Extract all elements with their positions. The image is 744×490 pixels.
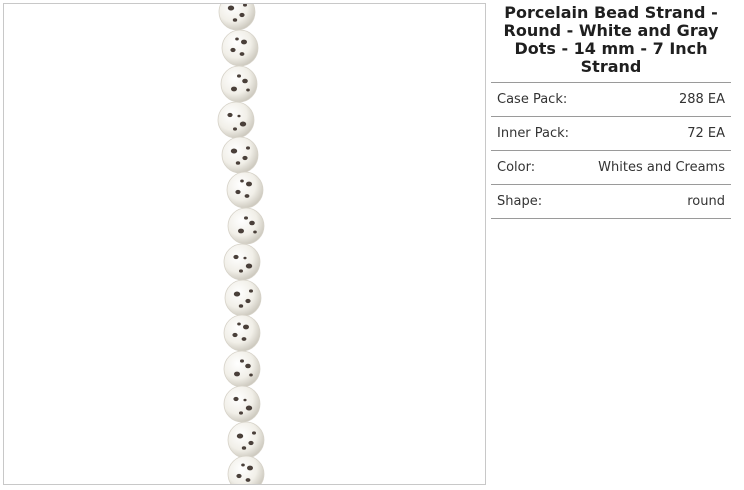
bead-dot <box>244 216 248 220</box>
spec-value: 72 EA <box>581 116 731 151</box>
bead-dot <box>245 363 251 369</box>
bead <box>221 136 259 174</box>
bead-dot <box>240 179 244 183</box>
bead-dot <box>248 440 254 446</box>
bead <box>224 279 262 317</box>
bead <box>218 4 256 31</box>
bead-dot <box>241 337 247 341</box>
bead <box>223 350 261 388</box>
spec-label: Shape: <box>491 184 582 219</box>
bead-dot <box>249 220 255 226</box>
product-details-panel: Porcelain Bead Strand - Round - White an… <box>491 4 731 219</box>
bead-dot <box>249 373 253 377</box>
bead-dot <box>242 78 248 84</box>
bead-dot <box>230 47 236 53</box>
bead-dot <box>245 263 253 269</box>
spec-value: round <box>581 184 731 219</box>
bead-dot <box>241 39 247 45</box>
spec-row-shape: Shape: round <box>491 184 731 219</box>
bead-dot <box>243 324 249 330</box>
bead <box>217 101 255 139</box>
bead-dot <box>232 332 238 338</box>
bead-dot <box>230 148 238 154</box>
bead-dot <box>245 478 251 482</box>
bead-dot <box>241 446 247 450</box>
bead-dot <box>252 431 256 435</box>
bead-dot <box>239 52 245 56</box>
bead-dot <box>227 112 233 118</box>
bead-dot <box>227 5 235 11</box>
bead-dot <box>247 465 253 471</box>
bead-dot <box>245 405 253 411</box>
bead-dot <box>243 398 247 402</box>
bead-dot <box>233 127 237 131</box>
bead <box>220 65 258 103</box>
bead-dot <box>243 256 247 260</box>
bead-dot <box>244 194 250 198</box>
spec-table: Case Pack: 288 EA Inner Pack: 72 EA Colo… <box>491 82 731 219</box>
bead-dot <box>237 322 241 326</box>
product-image-frame <box>3 3 486 485</box>
bead <box>227 421 265 459</box>
bead-dot <box>238 304 244 308</box>
bead-dot <box>235 161 241 165</box>
bead-dot <box>236 473 242 479</box>
bead-dot <box>239 121 247 127</box>
bead-dot <box>233 291 241 297</box>
spec-label: Inner Pack: <box>491 116 582 151</box>
spec-row-inner-pack: Inner Pack: 72 EA <box>491 116 731 151</box>
bead <box>221 29 259 67</box>
spec-row-case-pack: Case Pack: 288 EA <box>491 82 731 117</box>
bead <box>227 455 265 484</box>
bead-strand-image <box>217 4 265 484</box>
bead-dot <box>231 86 237 92</box>
spec-label: Case Pack: <box>491 82 582 117</box>
bead-dot <box>233 396 239 402</box>
bead-dot <box>240 359 244 363</box>
bead-dot <box>235 189 241 195</box>
spec-row-color: Color: Whites and Creams <box>491 150 731 185</box>
spec-label: Color: <box>491 150 582 185</box>
bead-dot <box>237 114 241 118</box>
bead-dot <box>253 230 257 234</box>
bead-dot <box>246 181 252 187</box>
spec-value: Whites and Creams <box>581 150 731 185</box>
bead-dot <box>236 433 244 439</box>
bead <box>227 207 265 245</box>
bead-dot <box>233 254 239 260</box>
bead-dot <box>241 463 245 467</box>
bead-dot <box>237 74 241 78</box>
bead-dot <box>235 37 239 41</box>
bead-dot <box>234 371 240 377</box>
bead <box>223 243 261 281</box>
bead-dot <box>245 298 251 304</box>
product-title: Porcelain Bead Strand - Round - White an… <box>503 3 719 76</box>
bead-dot <box>249 289 253 293</box>
bead-dot <box>239 411 243 415</box>
bead-dot <box>246 146 250 150</box>
bead-dot <box>246 88 250 92</box>
bead-dot <box>232 18 238 22</box>
bead <box>223 314 261 352</box>
bead-dot <box>239 269 243 273</box>
bead <box>223 385 261 423</box>
spec-value: 288 EA <box>581 82 731 117</box>
bead <box>226 171 264 209</box>
bead-dot <box>242 155 248 161</box>
bead-dot <box>238 228 244 234</box>
bead-dot <box>239 12 245 18</box>
